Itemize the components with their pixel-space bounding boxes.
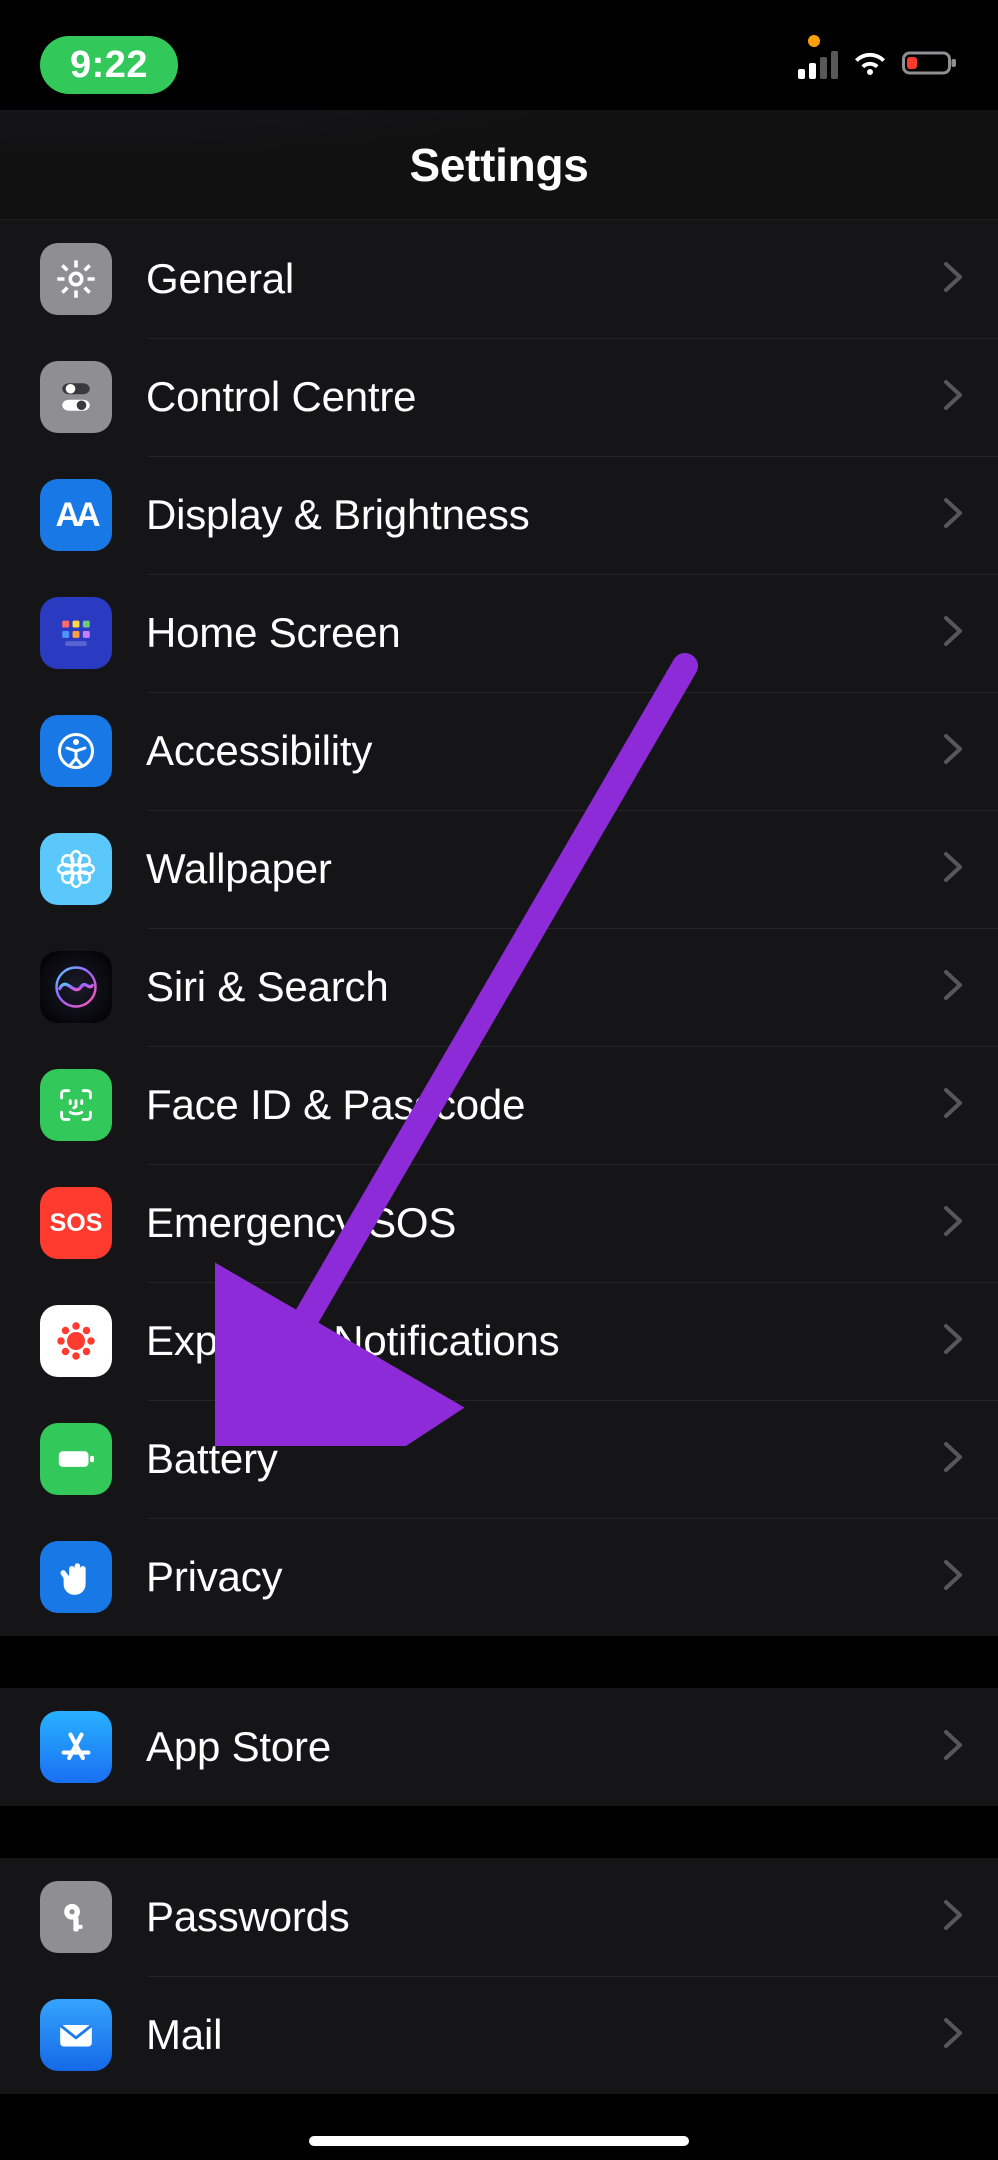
chevron-right-icon (940, 968, 966, 1007)
chevron-right-icon (940, 1728, 966, 1767)
face-id-icon (40, 1069, 112, 1141)
row-mail[interactable]: Mail (0, 1976, 998, 2094)
row-label: Emergency SOS (146, 1199, 906, 1247)
chevron-right-icon (940, 1322, 966, 1361)
mail-icon (40, 1999, 112, 2071)
header: Settings (0, 110, 998, 220)
row-accessibility[interactable]: Accessibility (0, 692, 998, 810)
hand-icon (40, 1541, 112, 1613)
chevron-right-icon (940, 1440, 966, 1479)
sos-icon: SOS (40, 1187, 112, 1259)
row-label: Face ID & Passcode (146, 1081, 906, 1129)
row-home-screen[interactable]: Home Screen (0, 574, 998, 692)
row-battery[interactable]: Battery (0, 1400, 998, 1518)
chevron-right-icon (940, 614, 966, 653)
row-general[interactable]: General (0, 220, 998, 338)
row-label: Home Screen (146, 609, 906, 657)
row-exposure-notifications[interactable]: Exposure Notifications (0, 1282, 998, 1400)
page-title: Settings (409, 138, 588, 192)
row-app-store[interactable]: App Store (0, 1688, 998, 1806)
row-label: Privacy (146, 1553, 906, 1601)
status-icons (798, 49, 958, 82)
chevron-right-icon (940, 2016, 966, 2055)
row-label: Exposure Notifications (146, 1317, 906, 1365)
wifi-icon (852, 49, 888, 82)
row-label: App Store (146, 1723, 906, 1771)
row-label: Display & Brightness (146, 491, 906, 539)
row-siri-search[interactable]: Siri & Search (0, 928, 998, 1046)
settings-list: General Control Centre AA (0, 220, 998, 2160)
row-face-id-passcode[interactable]: Face ID & Passcode (0, 1046, 998, 1164)
gear-icon (40, 243, 112, 315)
aa-icon: AA (40, 479, 112, 551)
flower-icon (40, 833, 112, 905)
row-label: Control Centre (146, 373, 906, 421)
chevron-right-icon (940, 850, 966, 889)
row-label: Battery (146, 1435, 906, 1483)
row-label: General (146, 255, 906, 303)
grid-icon (40, 597, 112, 669)
row-privacy[interactable]: Privacy (0, 1518, 998, 1636)
exposure-icon (40, 1305, 112, 1377)
recording-indicator-dot (808, 35, 820, 47)
display-brightness-aa: AA (55, 496, 96, 535)
time-label: 9:22 (70, 44, 148, 87)
time-pill[interactable]: 9:22 (40, 36, 178, 94)
home-indicator[interactable] (309, 2136, 689, 2146)
row-display-brightness[interactable]: AA Display & Brightness (0, 456, 998, 574)
accessibility-icon (40, 715, 112, 787)
chevron-right-icon (940, 378, 966, 417)
chevron-right-icon (940, 1558, 966, 1597)
chevron-right-icon (940, 260, 966, 299)
key-icon (40, 1881, 112, 1953)
row-label: Wallpaper (146, 845, 906, 893)
cellular-signal-icon (798, 51, 838, 79)
row-label: Siri & Search (146, 963, 906, 1011)
row-label: Passwords (146, 1893, 906, 1941)
settings-group-accounts: Passwords Mail (0, 1858, 998, 2094)
chevron-right-icon (940, 1086, 966, 1125)
status-bar: 9:22 (0, 0, 998, 110)
appstore-icon (40, 1711, 112, 1783)
settings-group-main: General Control Centre AA (0, 220, 998, 1636)
row-label: Accessibility (146, 727, 906, 775)
chevron-right-icon (940, 732, 966, 771)
sos-text: SOS (50, 1209, 103, 1238)
row-wallpaper[interactable]: Wallpaper (0, 810, 998, 928)
siri-icon (40, 951, 112, 1023)
switches-icon (40, 361, 112, 433)
row-passwords[interactable]: Passwords (0, 1858, 998, 1976)
row-control-centre[interactable]: Control Centre (0, 338, 998, 456)
battery-status-icon (902, 49, 958, 82)
battery-icon (40, 1423, 112, 1495)
row-label: Mail (146, 2011, 906, 2059)
settings-group-appstore: App Store (0, 1688, 998, 1806)
row-emergency-sos[interactable]: SOS Emergency SOS (0, 1164, 998, 1282)
chevron-right-icon (940, 496, 966, 535)
chevron-right-icon (940, 1204, 966, 1243)
chevron-right-icon (940, 1898, 966, 1937)
